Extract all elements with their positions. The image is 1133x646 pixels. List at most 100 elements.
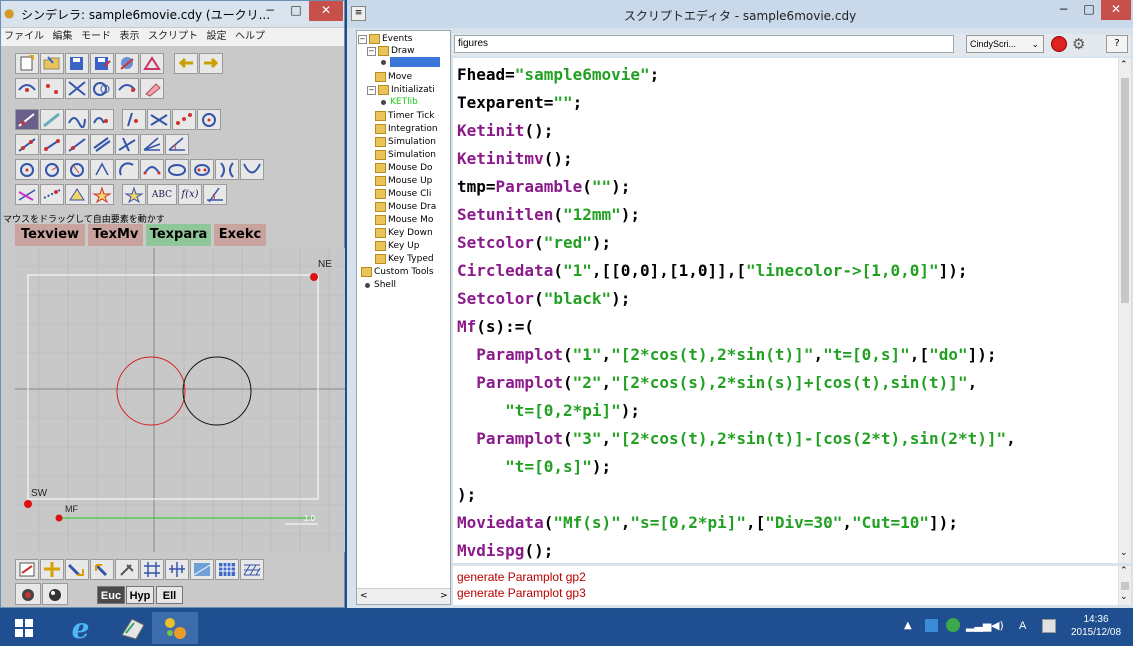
- network-app-icon[interactable]: [925, 619, 938, 632]
- tree-node-key-up[interactable]: Key Up: [375, 240, 419, 252]
- measure-angle-icon[interactable]: [165, 134, 189, 155]
- export-icon[interactable]: [115, 53, 139, 74]
- internet-explorer-icon[interactable]: e: [53, 612, 108, 645]
- language-select[interactable]: CindyScri... ⌄: [966, 35, 1044, 53]
- tree-hscrollbar[interactable]: < >: [357, 588, 450, 604]
- segment-tool-icon[interactable]: [90, 109, 114, 130]
- tray-expand-icon[interactable]: ▲: [904, 620, 912, 631]
- tree-node-draw-script[interactable]: [379, 57, 440, 67]
- coordinate-system-icon[interactable]: [190, 559, 214, 580]
- action-center-icon[interactable]: [1042, 619, 1056, 633]
- circle-tool-icon[interactable]: [197, 109, 221, 130]
- texview-button[interactable]: Texview: [15, 224, 85, 246]
- star-icon[interactable]: [90, 184, 114, 205]
- transformation-icon[interactable]: [122, 184, 146, 205]
- polygon-icon[interactable]: [65, 184, 89, 205]
- menu-edit[interactable]: 編集: [53, 28, 73, 46]
- tree-node-mouse-up[interactable]: Mouse Up: [375, 175, 432, 187]
- console-scroll-down-icon[interactable]: ⌄: [1120, 592, 1128, 602]
- ime-indicator[interactable]: A: [1019, 620, 1026, 632]
- app-tray-icon[interactable]: [946, 618, 960, 632]
- select-dots-icon[interactable]: [40, 78, 64, 99]
- parallel-line-icon[interactable]: [90, 134, 114, 155]
- perpendicular-icon[interactable]: [115, 134, 139, 155]
- save-icon[interactable]: [65, 53, 89, 74]
- locus-icon[interactable]: [15, 184, 39, 205]
- tree-node-mouse-down[interactable]: Mouse Do: [375, 162, 433, 174]
- new-file-icon[interactable]: [15, 53, 39, 74]
- circle-center-icon[interactable]: [15, 159, 39, 180]
- tree-node-ketlib[interactable]: KETlib: [379, 96, 418, 108]
- conic-5p-icon[interactable]: [165, 159, 189, 180]
- tree-node-move[interactable]: Move: [375, 71, 412, 83]
- stop-button[interactable]: [1049, 35, 1069, 53]
- console-vscrollbar[interactable]: ⌃ ⌄: [1119, 566, 1131, 605]
- menu-mode[interactable]: モード: [81, 28, 111, 46]
- texpara-button[interactable]: Texpara: [146, 224, 211, 246]
- grid-axes-icon[interactable]: [140, 559, 164, 580]
- tree-node-events[interactable]: − Events: [358, 33, 412, 45]
- ellipse-icon[interactable]: [190, 159, 214, 180]
- editor-vscrollbar[interactable]: ⌃ ⌄: [1119, 58, 1131, 563]
- menu-settings[interactable]: 設定: [207, 28, 227, 46]
- geometry-canvas[interactable]: NE SW MF 1.0: [15, 248, 345, 552]
- maximize-button[interactable]: □: [283, 1, 309, 21]
- select-lines-icon[interactable]: [65, 78, 89, 99]
- open-file-icon[interactable]: [40, 53, 64, 74]
- console-scroll-up-icon[interactable]: ⌃: [1120, 566, 1128, 576]
- script-name-field[interactable]: figures: [454, 35, 954, 53]
- select-all-icon[interactable]: [115, 78, 139, 99]
- tree-node-initialization[interactable]: − Initializati: [367, 84, 435, 96]
- segment-icon[interactable]: [40, 134, 64, 155]
- settings-gear-icon[interactable]: ⚙: [1072, 35, 1098, 53]
- scroll-down-icon[interactable]: ⌄: [1120, 548, 1128, 558]
- close-button[interactable]: ✕: [309, 1, 343, 21]
- euclidean-mode-button[interactable]: Euc: [97, 586, 125, 604]
- triangular-grid-icon[interactable]: [240, 559, 264, 580]
- save-as-icon[interactable]: [90, 53, 114, 74]
- menu-help[interactable]: ヘルプ: [235, 28, 265, 46]
- tree-node-mouse-move[interactable]: Mouse Mo: [375, 214, 433, 226]
- print-icon[interactable]: [140, 53, 164, 74]
- texmv-button[interactable]: TexMv: [88, 224, 143, 246]
- function-tool-button[interactable]: f(x): [178, 184, 202, 205]
- zoom-out-icon[interactable]: [90, 559, 114, 580]
- properties-icon[interactable]: [15, 559, 39, 580]
- volume-icon[interactable]: ◀): [991, 619, 1004, 632]
- help-button[interactable]: ?: [1106, 35, 1128, 53]
- editor-minimize-button[interactable]: −: [1050, 0, 1077, 20]
- tree-node-mouse-click[interactable]: Mouse Cli: [375, 188, 431, 200]
- elliptic-mode-button[interactable]: Ell: [156, 586, 183, 604]
- select-conics-icon[interactable]: [90, 78, 114, 99]
- angle-bisector-icon[interactable]: [140, 134, 164, 155]
- trace-icon[interactable]: [40, 184, 64, 205]
- snap-grid-icon[interactable]: [165, 559, 189, 580]
- intersection-icon[interactable]: [147, 109, 171, 130]
- scroll-left-icon[interactable]: <: [360, 591, 368, 601]
- hyperbolic-mode-button[interactable]: Hyp: [126, 586, 154, 604]
- tree-node-key-typed[interactable]: Key Typed: [375, 253, 434, 265]
- select-point-icon[interactable]: [15, 78, 39, 99]
- line-through-icon[interactable]: [15, 134, 39, 155]
- script-editor-titlebar[interactable]: ≡ スクリプトエディタ - sample6movie.cdy − □ ✕: [347, 0, 1133, 28]
- add-point-icon[interactable]: [40, 109, 64, 130]
- ray-icon[interactable]: [65, 134, 89, 155]
- editor-maximize-button[interactable]: □: [1077, 0, 1101, 20]
- parabola-icon[interactable]: [240, 159, 264, 180]
- tree-node-shell[interactable]: Shell: [363, 279, 396, 291]
- tree-node-integration[interactable]: Integration: [375, 123, 438, 135]
- eraser-icon[interactable]: [140, 78, 164, 99]
- move-tool-icon[interactable]: [15, 109, 39, 130]
- menu-script[interactable]: スクリプト: [148, 28, 198, 46]
- pan-icon[interactable]: [40, 559, 64, 580]
- tree-node-timer-tick[interactable]: Timer Tick: [375, 110, 434, 122]
- tree-node-key-down[interactable]: Key Down: [375, 227, 433, 239]
- scrollbar-thumb[interactable]: [1121, 78, 1129, 303]
- tree-node-draw[interactable]: − Draw: [367, 45, 415, 57]
- parallel-icon[interactable]: [122, 109, 146, 130]
- tree-node-simulation-1[interactable]: Simulation: [375, 136, 436, 148]
- grid-icon[interactable]: [215, 559, 239, 580]
- console-scrollbar-thumb[interactable]: [1121, 582, 1129, 590]
- scroll-up-icon[interactable]: ⌃: [1120, 60, 1128, 70]
- zoom-in-icon[interactable]: [65, 559, 89, 580]
